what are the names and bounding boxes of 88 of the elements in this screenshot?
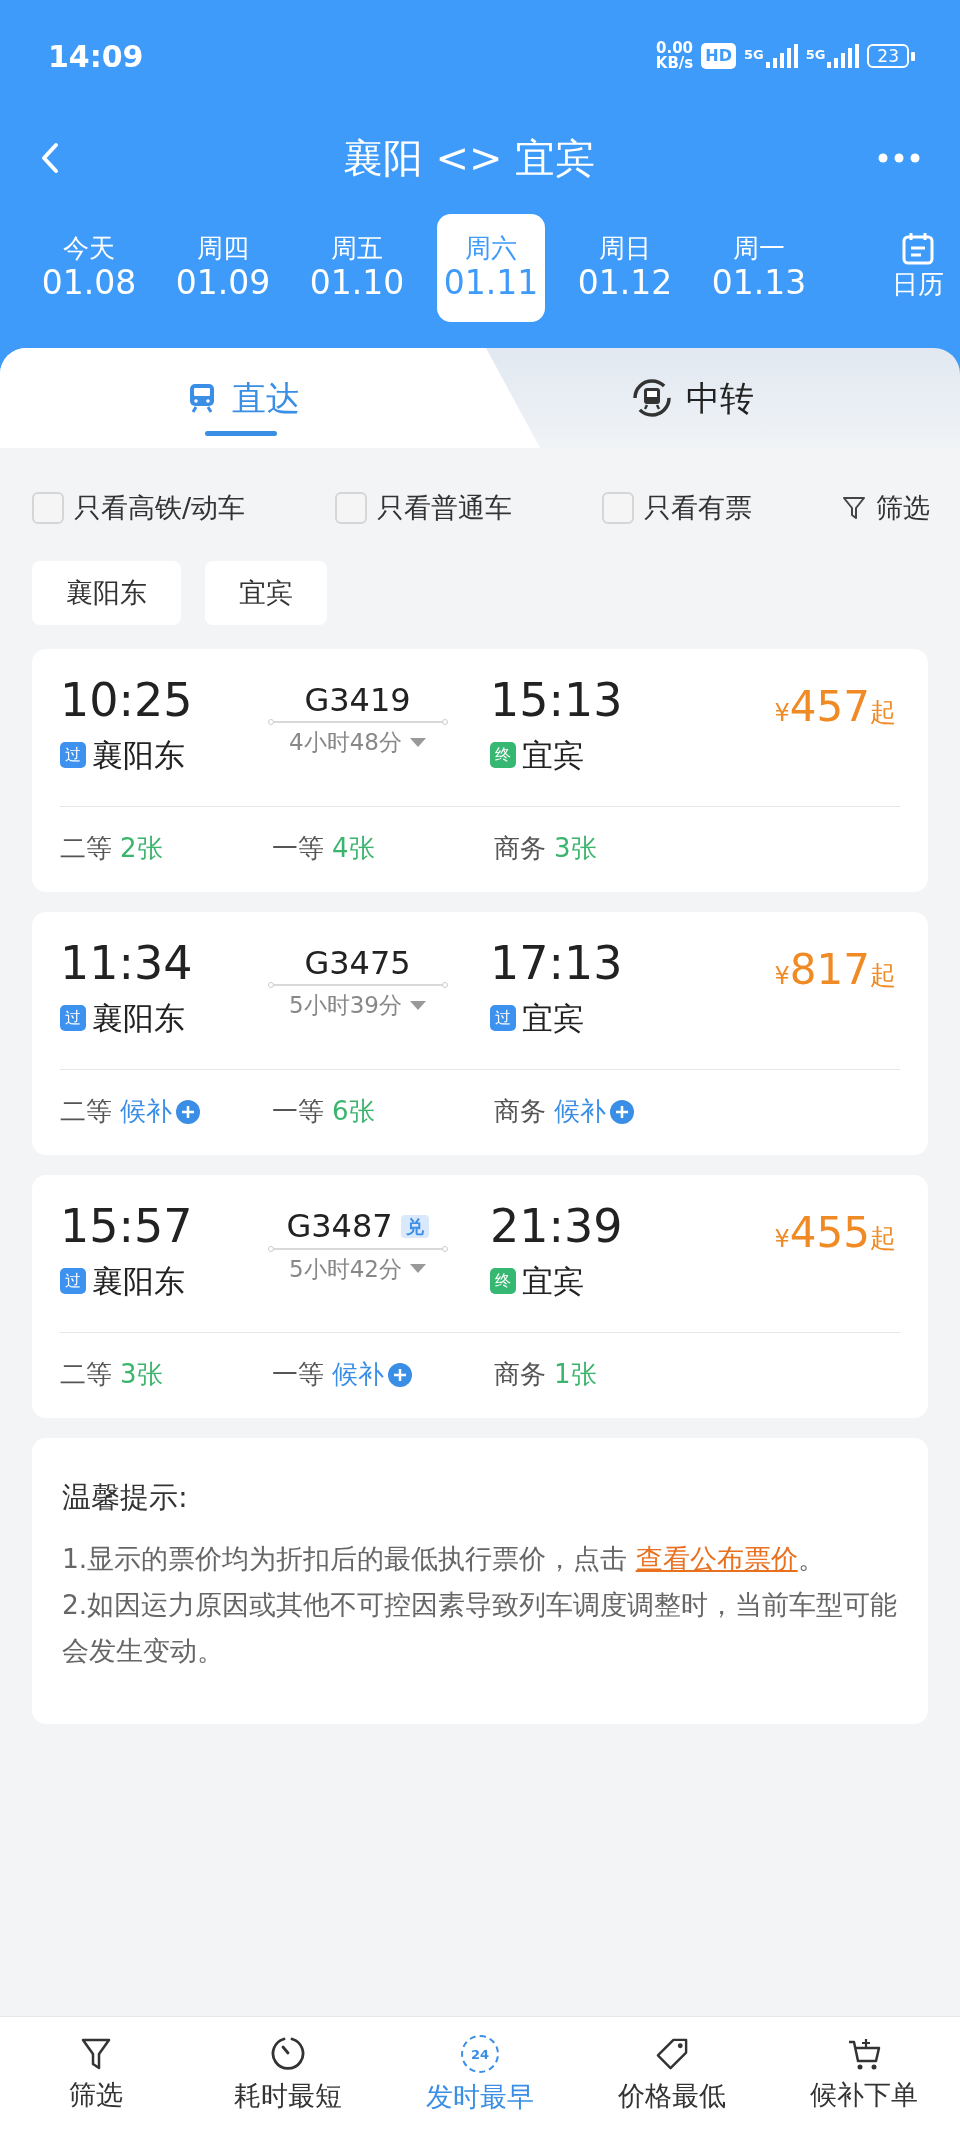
seat-class: 二等 bbox=[60, 1358, 112, 1392]
seat-availability: 3张 bbox=[120, 1358, 163, 1392]
plus-circle-icon[interactable] bbox=[610, 1099, 634, 1124]
station-badge: 过 bbox=[60, 1004, 86, 1031]
station-name: 襄阳东 bbox=[92, 735, 185, 775]
train-number: G3487 bbox=[286, 1207, 393, 1246]
station-name: 宜宾 bbox=[522, 1261, 584, 1301]
network-speed: KB/s bbox=[655, 56, 694, 71]
seat-class: 商务 bbox=[494, 832, 546, 866]
departure-time: 15:57 bbox=[60, 1201, 194, 1252]
nav-tab[interactable]: 价格最低 bbox=[576, 2017, 768, 2136]
battery-indicator: 23 bbox=[867, 44, 915, 68]
seat-availability: 4张 bbox=[332, 832, 375, 866]
seat-class: 一等 bbox=[272, 1095, 324, 1129]
checkbox[interactable] bbox=[602, 492, 634, 525]
dropdown-caret-icon[interactable] bbox=[409, 738, 426, 748]
cart-icon bbox=[847, 2037, 881, 2072]
train-card[interactable]: 15:57 过 襄阳东 G3487 兑 5小时42分 21:39 终 宜宾 ¥455起 二等 3张 一等 候补 商务 1张 bbox=[32, 1175, 928, 1419]
seat-availability: 1张 bbox=[554, 1358, 597, 1392]
station-badge: 终 bbox=[490, 741, 516, 768]
tab[interactable]: 中转 bbox=[540, 348, 960, 448]
network-type: 5G bbox=[805, 46, 826, 64]
nav-tab[interactable]: 耗时最短 bbox=[192, 2017, 384, 2136]
station-name: 襄阳东 bbox=[92, 998, 185, 1038]
arrival-time: 15:13 bbox=[490, 675, 624, 726]
checkbox-label[interactable]: 只看有票 bbox=[644, 488, 752, 529]
status-time: 14:09 bbox=[48, 37, 144, 76]
travel-duration: 4小时48分 bbox=[289, 728, 402, 758]
arrival-time: 17:13 bbox=[490, 938, 624, 989]
seat-class: 一等 bbox=[272, 832, 324, 866]
seat-class: 商务 bbox=[494, 1358, 546, 1392]
ticket-price: ¥457起 bbox=[774, 681, 897, 733]
seat-class: 二等 bbox=[60, 832, 112, 866]
signal-icon bbox=[827, 44, 860, 68]
dropdown-caret-icon[interactable] bbox=[409, 1264, 426, 1274]
tips-text: 1.显示的票价均为折扣后的最低执行票价，点击 查看公布票价。 bbox=[62, 1541, 826, 1576]
seat-availability: 3张 bbox=[554, 832, 597, 866]
seat-class: 商务 bbox=[494, 1095, 546, 1129]
network-type: 5G bbox=[743, 46, 764, 64]
station-chip[interactable]: 襄阳东 bbox=[32, 560, 181, 625]
network-speed: 0.00 bbox=[655, 41, 694, 56]
station-badge: 过 bbox=[60, 1268, 86, 1295]
train-tag: 兑 bbox=[400, 1214, 429, 1239]
nav-tab[interactable]: 筛选 bbox=[0, 2017, 192, 2136]
departure-time: 11:34 bbox=[60, 938, 194, 989]
calendar-icon bbox=[901, 232, 935, 265]
station-name: 宜宾 bbox=[522, 998, 584, 1038]
checkbox-label[interactable]: 只看普通车 bbox=[377, 488, 513, 529]
filter-icon bbox=[80, 2037, 112, 2072]
hd-badge: HD bbox=[701, 43, 736, 69]
filter-icon bbox=[841, 495, 866, 522]
tips-text: 2.如因运力原因或其他不可控因素导致列车调度调整时，当前车型可能会发生变动。 bbox=[62, 1587, 898, 1668]
station-name: 襄阳东 bbox=[92, 1261, 185, 1301]
seat-availability: 2张 bbox=[120, 832, 163, 866]
filter-button[interactable]: 筛选 bbox=[841, 488, 930, 529]
nav-tab[interactable]: 候补下单 bbox=[768, 2017, 960, 2136]
station-chip[interactable]: 宜宾 bbox=[205, 560, 327, 625]
plus-circle-icon[interactable] bbox=[176, 1099, 200, 1124]
checkbox[interactable] bbox=[32, 492, 64, 525]
station-badge: 终 bbox=[490, 1268, 516, 1295]
ticket-price: ¥455起 bbox=[774, 1207, 897, 1260]
signal-icon bbox=[765, 44, 798, 68]
travel-duration: 5小时42分 bbox=[289, 1254, 402, 1284]
page-title: 襄阳 <> 宜宾 bbox=[341, 134, 597, 183]
back-icon[interactable] bbox=[40, 142, 60, 174]
train-number: G3475 bbox=[304, 944, 411, 983]
station-badge: 过 bbox=[60, 741, 86, 768]
seat-class: 一等 bbox=[272, 1358, 324, 1392]
seat-availability: 6张 bbox=[332, 1095, 375, 1129]
more-icon[interactable] bbox=[878, 153, 920, 163]
station-badge: 过 bbox=[490, 1004, 516, 1031]
arrival-time: 21:39 bbox=[490, 1201, 624, 1252]
departure-time: 10:25 bbox=[60, 675, 194, 726]
timer-icon bbox=[270, 2036, 306, 2073]
ticket-price: ¥817起 bbox=[774, 944, 897, 997]
seat-class: 二等 bbox=[60, 1095, 112, 1129]
train-number: G3419 bbox=[304, 681, 411, 720]
plus-circle-icon[interactable] bbox=[388, 1362, 412, 1387]
tips-title: 温馨提示: bbox=[62, 1479, 189, 1517]
checkbox-label[interactable]: 只看高铁/动车 bbox=[74, 488, 246, 529]
dropdown-caret-icon[interactable] bbox=[409, 1001, 426, 1011]
train-card[interactable]: 10:25 过 襄阳东 G3419 4小时48分 15:13 终 宜宾 ¥457起 二等 2张 一等 4张 商务 3张 bbox=[32, 649, 928, 893]
travel-duration: 5小时39分 bbox=[289, 991, 402, 1021]
station-name: 宜宾 bbox=[522, 735, 584, 775]
clock-24-icon: 24 bbox=[461, 2035, 499, 2074]
train-card[interactable]: 11:34 过 襄阳东 G3475 5小时39分 17:13 过 宜宾 ¥817起 二等 候补 一等 6张 商务 候补 bbox=[32, 912, 928, 1156]
checkbox[interactable] bbox=[335, 492, 368, 525]
train-transfer-icon bbox=[632, 378, 672, 418]
